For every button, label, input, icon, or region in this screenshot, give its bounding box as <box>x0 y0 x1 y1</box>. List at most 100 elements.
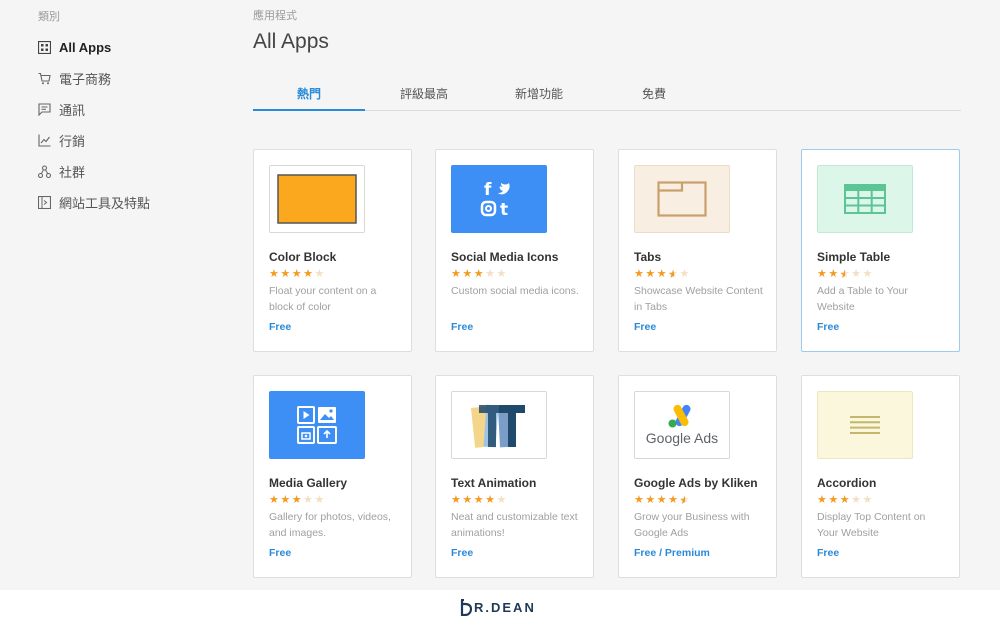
app-description: Neat and customizable text animations! <box>451 511 578 539</box>
app-description: Gallery for photos, videos, and images. <box>269 511 391 539</box>
app-card-accordion[interactable]: Accordion ★★★★★ Display Top Content on Y… <box>801 375 960 578</box>
app-title: Tabs <box>634 250 662 264</box>
app-card-media-gallery[interactable]: Media Gallery ★★★★★ Gallery for photos, … <box>253 375 412 578</box>
rating-stars: ★★★★★ <box>451 493 508 506</box>
app-price: Free <box>269 321 292 333</box>
app-description: Custom social media icons. <box>451 285 579 297</box>
star-icon: ★ <box>679 268 691 280</box>
app-thumbnail: Google Ads <box>634 391 730 459</box>
app-card-social-media-icons[interactable]: f t Social Media Icons ★★★★★ Custom soci… <box>435 149 594 352</box>
tab-bar: 熱門 評級最高 新增功能 免費 <box>253 78 961 111</box>
table-icon <box>844 184 886 214</box>
star-icon: ★ <box>668 268 679 280</box>
category-list: All Apps 電子商務 通訊 行銷 社群 網站工具及特點 <box>38 32 150 218</box>
app-card-text-animation[interactable]: Text Animation ★★★★★ Neat and customizab… <box>435 375 594 578</box>
star-icon: ★ <box>840 268 851 280</box>
app-title: Text Animation <box>451 476 537 490</box>
sidebar-item-all-apps[interactable]: All Apps <box>38 32 150 63</box>
star-icon: ★ <box>303 268 315 280</box>
star-icon: ★ <box>828 268 840 280</box>
media-gallery-icon <box>297 406 337 444</box>
star-icon: ★ <box>862 268 874 280</box>
app-description: Add a Table to Your Website <box>817 285 908 313</box>
sidebar-item-label: 通訊 <box>59 103 86 118</box>
star-icon: ★ <box>473 268 486 280</box>
app-thumbnail <box>269 391 365 459</box>
tab-new[interactable]: 新增功能 <box>483 78 595 110</box>
star-icon: ★ <box>862 494 874 506</box>
social-media-icon: f t <box>480 180 510 220</box>
sidebar-item-ecommerce[interactable]: 電子商務 <box>38 63 150 94</box>
star-icon: ★ <box>656 494 669 506</box>
star-icon: ★ <box>680 494 691 506</box>
chart-line-icon <box>38 134 51 147</box>
footer: R.DEAN <box>0 590 1000 625</box>
app-thumbnail: f t <box>451 165 547 233</box>
app-title: Social Media Icons <box>451 250 559 264</box>
sidebar-item-social[interactable]: 社群 <box>38 156 150 187</box>
star-icon: ★ <box>828 494 840 506</box>
network-icon <box>38 165 51 178</box>
app-thumbnail <box>634 165 730 233</box>
star-icon: ★ <box>645 268 657 280</box>
breadcrumb[interactable]: 應用程式 <box>253 7 297 23</box>
app-price: Free <box>451 321 474 333</box>
tab-popular[interactable]: 熱門 <box>253 78 365 111</box>
footer-logo-text: R.DEAN <box>474 600 536 615</box>
sidebar-item-label: 行銷 <box>59 134 86 149</box>
sidebar-heading: 類別 <box>38 11 60 23</box>
chat-icon <box>38 103 51 116</box>
sidebar-item-label: 社群 <box>59 165 86 180</box>
app-title: Simple Table <box>817 250 891 264</box>
app-thumbnail <box>269 165 365 233</box>
rating-stars: ★★★★★ <box>269 493 326 506</box>
svg-text:t: t <box>500 200 508 220</box>
star-icon: ★ <box>291 494 304 506</box>
star-icon: ★ <box>314 494 326 506</box>
rating-stars: ★★★★★ <box>634 267 691 280</box>
star-icon: ★ <box>485 494 497 506</box>
sidebar-item-marketing[interactable]: 行銷 <box>38 125 150 156</box>
star-icon: ★ <box>645 494 657 506</box>
star-icon: ★ <box>314 268 326 280</box>
app-title: Accordion <box>817 476 877 490</box>
grid-icon <box>38 41 51 54</box>
app-card-simple-table[interactable]: Simple Table ★★★★★ Add a Table to Your W… <box>801 149 960 352</box>
star-icon: ★ <box>817 494 829 506</box>
tab-free[interactable]: 免費 <box>598 78 710 110</box>
color-block-icon <box>277 174 357 224</box>
rating-stars: ★★★★★ <box>269 267 326 280</box>
tab-top-rated[interactable]: 評級最高 <box>368 78 480 110</box>
star-icon: ★ <box>280 268 292 280</box>
star-icon: ★ <box>269 494 281 506</box>
star-icon: ★ <box>496 494 508 506</box>
app-card-google-ads[interactable]: Google Ads Google Ads by Kliken ★★★★★ Gr… <box>618 375 777 578</box>
star-icon: ★ <box>303 494 315 506</box>
sidebar-item-site-tools[interactable]: 網站工具及特點 <box>38 187 150 218</box>
star-icon: ★ <box>851 494 863 506</box>
google-ads-icon <box>668 404 691 428</box>
app-price: Free <box>451 547 474 559</box>
app-description: Showcase Website Content in Tabs <box>634 285 763 313</box>
app-price: Free / Premium <box>634 547 710 559</box>
app-description: Grow your Business with Google Ads <box>634 511 750 539</box>
app-card-color-block[interactable]: Color Block ★★★★★ Float your content on … <box>253 149 412 352</box>
app-title: Color Block <box>269 250 337 264</box>
app-title: Media Gallery <box>269 476 348 490</box>
sidebar-item-label: 電子商務 <box>59 72 112 87</box>
star-icon: ★ <box>634 494 646 506</box>
sidebar-item-label: 網站工具及特點 <box>59 196 151 211</box>
star-icon: ★ <box>496 268 508 280</box>
star-icon: ★ <box>634 268 646 280</box>
star-icon: ★ <box>473 494 486 506</box>
app-description: Float your content on a block of color <box>269 285 377 313</box>
sidebar-item-communication[interactable]: 通訊 <box>38 94 150 125</box>
text-animation-icon <box>470 404 525 448</box>
app-card-tabs[interactable]: Tabs ★★★★★ Showcase Website Content in T… <box>618 149 777 352</box>
star-icon: ★ <box>851 268 863 280</box>
app-price: Free <box>269 547 292 559</box>
tabs-icon <box>657 181 707 217</box>
cart-icon <box>38 72 51 85</box>
app-thumbnail <box>817 165 913 233</box>
star-icon: ★ <box>668 494 680 506</box>
